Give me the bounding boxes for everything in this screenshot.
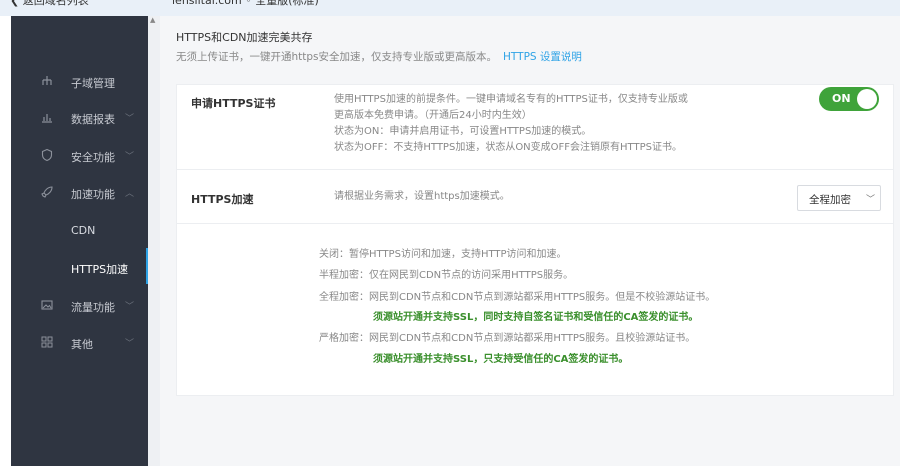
https-help-link[interactable]: HTTPS 设置说明 [503, 51, 582, 63]
description-text: 无须上传证书，一键开通https安全加速，仅支持专业版或更高版本。 [176, 51, 498, 63]
sidebar-scrollbar[interactable]: ▲ [148, 16, 160, 466]
sidebar-item-other[interactable]: 其他 ﹀ [11, 333, 148, 353]
cert-title: 申请HTTPS证书 [191, 97, 276, 110]
cert-desc-line: 更高版本免费申请。（开通后24小时内生效） [334, 110, 532, 121]
sidebar-item-subdomain[interactable]: 子域管理 [11, 72, 148, 92]
accel-mode-select[interactable]: 全程加密 ﹀ [797, 185, 881, 211]
page-description: 无须上传证书，一键开通https安全加速，仅支持专业版或更高版本。 HTTPS 设… [176, 49, 582, 64]
accel-description: 请根据业务需求，设置https加速模式。 [334, 191, 510, 202]
chevron-down-icon: ﹀ [125, 152, 135, 162]
left-gutter [0, 16, 11, 466]
sidebar-item-label: 数据报表 [71, 113, 115, 126]
sidebar-item-label: 子域管理 [71, 77, 115, 90]
card-divider [177, 223, 893, 224]
chevron-down-icon: ﹀ [125, 339, 135, 349]
page-title: HTTPS和CDN加速完美共存 [176, 31, 313, 44]
cert-toggle[interactable]: ON [819, 87, 879, 111]
mode-off-text: 关闭：暂停HTTPS访问和加速，支持HTTP访问和加速。 [319, 249, 567, 260]
mode-half-text: 半程加密：仅在网民到CDN节点的访问采用HTTPS服务。 [319, 270, 574, 281]
sidebar-item-security[interactable]: 安全功能 ﹀ [11, 146, 148, 166]
sidebar-item-label: 加速功能 [71, 188, 115, 201]
toggle-label: ON [832, 92, 851, 105]
chevron-down-icon: ﹀ [125, 114, 135, 124]
rocket-icon [40, 185, 54, 199]
sidebar-subitem-label: HTTPS加速 [71, 263, 129, 276]
sidebar-item-reports[interactable]: 数据报表 ﹀ [11, 108, 148, 128]
mode-full-note: 须源站开通并支持SSL，同时支持自签名证书和受信任的CA签发的证书。 [373, 312, 699, 323]
sitemap-icon [40, 74, 54, 88]
sidebar-item-label: 其他 [71, 338, 93, 351]
scroll-up-icon[interactable]: ▲ [150, 16, 155, 24]
back-link[interactable]: ❮ 返回域名列表 [10, 0, 89, 8]
sidebar: 子域管理 数据报表 ﹀ 安全功能 ﹀ 加速功能 ︿ CDN HTTPS加速 流量… [11, 16, 148, 466]
shield-icon [40, 148, 54, 162]
image-icon [40, 298, 54, 312]
cert-description: 使用HTTPS加速的前提条件。一键申请域名专有的HTTPS证书，仅支持专业版或 … [334, 92, 714, 156]
top-bar: ❮ 返回域名列表 lensiitai.com ◦ 全量版(标准) [0, 0, 900, 16]
sidebar-subitem-https[interactable]: HTTPS加速 [11, 258, 148, 278]
accel-title: HTTPS加速 [191, 193, 254, 206]
mode-full-text: 全程加密：网民到CDN节点和CDN节点到源站都采用HTTPS服务。但是不校验源站… [319, 292, 716, 303]
main-content: HTTPS和CDN加速完美共存 无须上传证书，一键开通https安全加速，仅支持… [160, 16, 900, 466]
chevron-up-icon: ︿ [125, 189, 135, 199]
chevron-down-icon: ﹀ [125, 302, 135, 312]
sidebar-item-traffic[interactable]: 流量功能 ﹀ [11, 296, 148, 316]
domain-label: lensiitai.com ◦ 全量版(标准) [172, 0, 319, 7]
sidebar-item-label: 安全功能 [71, 151, 115, 164]
chart-icon [40, 110, 54, 124]
sidebar-subitem-label: CDN [71, 224, 96, 237]
grid-icon [40, 335, 54, 349]
toggle-knob [857, 89, 877, 109]
sidebar-subitem-cdn[interactable]: CDN [11, 221, 148, 241]
sidebar-item-acceleration[interactable]: 加速功能 ︿ [11, 183, 148, 203]
cert-desc-line: 状态为ON：申请并启用证书，可设置HTTPS加速的模式。 [334, 126, 592, 137]
mode-strict-note: 须源站开通并支持SSL，只支持受信任的CA签发的证书。 [373, 354, 629, 365]
select-value: 全程加密 [809, 194, 851, 206]
cert-card: 申请HTTPS证书 使用HTTPS加速的前提条件。一键申请域名专有的HTTPS证… [176, 84, 894, 178]
cert-desc-line: 使用HTTPS加速的前提条件。一键申请域名专有的HTTPS证书，仅支持专业版或 [334, 94, 688, 105]
cert-desc-line: 状态为OFF：不支持HTTPS加速，状态从ON变成OFF会注销原有HTTPS证书… [334, 142, 682, 153]
https-accel-card: HTTPS加速 请根据业务需求，设置https加速模式。 全程加密 ﹀ 关闭：暂… [176, 169, 894, 396]
sidebar-item-label: 流量功能 [71, 301, 115, 314]
mode-strict-text: 严格加密：网民到CDN节点和CDN节点到源站都采用HTTPS服务。且校验源站证书… [319, 333, 696, 344]
chevron-down-icon: ﹀ [866, 195, 876, 205]
